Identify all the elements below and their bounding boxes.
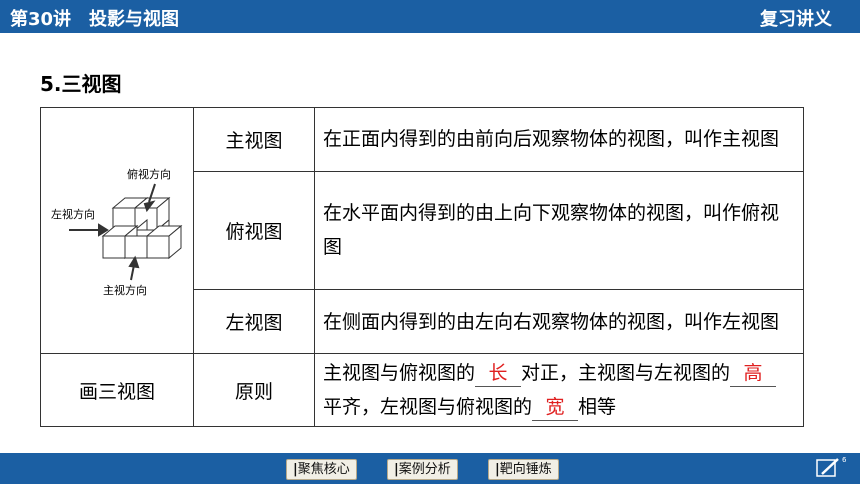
- view-name-top: 俯视图: [193, 170, 315, 291]
- nav-button-targeted-practice[interactable]: |靶向锤炼: [488, 459, 559, 480]
- answer-blank-length: 长: [475, 360, 522, 387]
- principle-part-3: 平齐，左视图与俯视图的: [323, 396, 533, 418]
- front-direction-label: 主视方向: [103, 283, 147, 297]
- cube-front-middle: [124, 235, 148, 259]
- principle-part-1: 主视图与俯视图的: [323, 362, 476, 384]
- cube-figure-cell: 俯视方向 左视方向 主视方向: [40, 107, 194, 354]
- pen-page-icon[interactable]: [816, 457, 840, 479]
- nav-button-label: 案例分析: [398, 462, 451, 477]
- section-title: 5.三视图: [40, 72, 122, 96]
- view-desc-front: 在正面内得到的由前向后观察物体的视图，叫作主视图: [314, 107, 804, 172]
- nav-button-label: 靶向锤炼: [499, 462, 552, 477]
- nav-button-focus-core[interactable]: |聚焦核心: [286, 459, 357, 480]
- top-direction-label: 俯视方向: [127, 167, 171, 181]
- draw-views-label: 画三视图: [40, 353, 194, 427]
- three-view-table: 俯视方向 左视方向 主视方向 主视图 在正面内得到的由前向后观察物体的视图，叫作…: [40, 107, 804, 427]
- lecture-title: 第30讲 投影与视图: [10, 9, 180, 30]
- principle-desc: 主视图与俯视图的长对正，主视图与左视图的 高平齐，左视图与俯视图的宽相等: [314, 353, 804, 427]
- page-number: 6: [842, 456, 847, 464]
- cube-stack-figure: 俯视方向 左视方向 主视方向: [51, 167, 183, 297]
- answer-blank-width: 宽: [532, 394, 579, 421]
- top-bar: 第30讲 投影与视图 复习讲义: [0, 0, 860, 33]
- view-name-front: 主视图: [193, 107, 315, 172]
- bottom-bar: |聚焦核心 |案例分析 |靶向锤炼 6: [0, 453, 860, 484]
- view-desc-left: 在侧面内得到的由左向右观察物体的视图，叫作左视图: [314, 289, 804, 354]
- nav-button-case-analysis[interactable]: |案例分析: [387, 459, 458, 480]
- view-desc-top: 在水平面内得到的由上向下观察物体的视图，叫作俯视图: [314, 170, 804, 291]
- principle-part-2: 对正，主视图与左视图的: [521, 362, 731, 384]
- principle-label: 原则: [193, 353, 315, 427]
- answer-blank-height: 高: [730, 360, 777, 387]
- notes-label: 复习讲义: [760, 9, 832, 30]
- front-arrow-head: [128, 255, 140, 269]
- view-name-left: 左视图: [193, 289, 315, 354]
- principle-part-4: 相等: [578, 396, 617, 418]
- left-direction-label: 左视方向: [51, 207, 95, 221]
- nav-button-label: 聚焦核心: [297, 462, 350, 477]
